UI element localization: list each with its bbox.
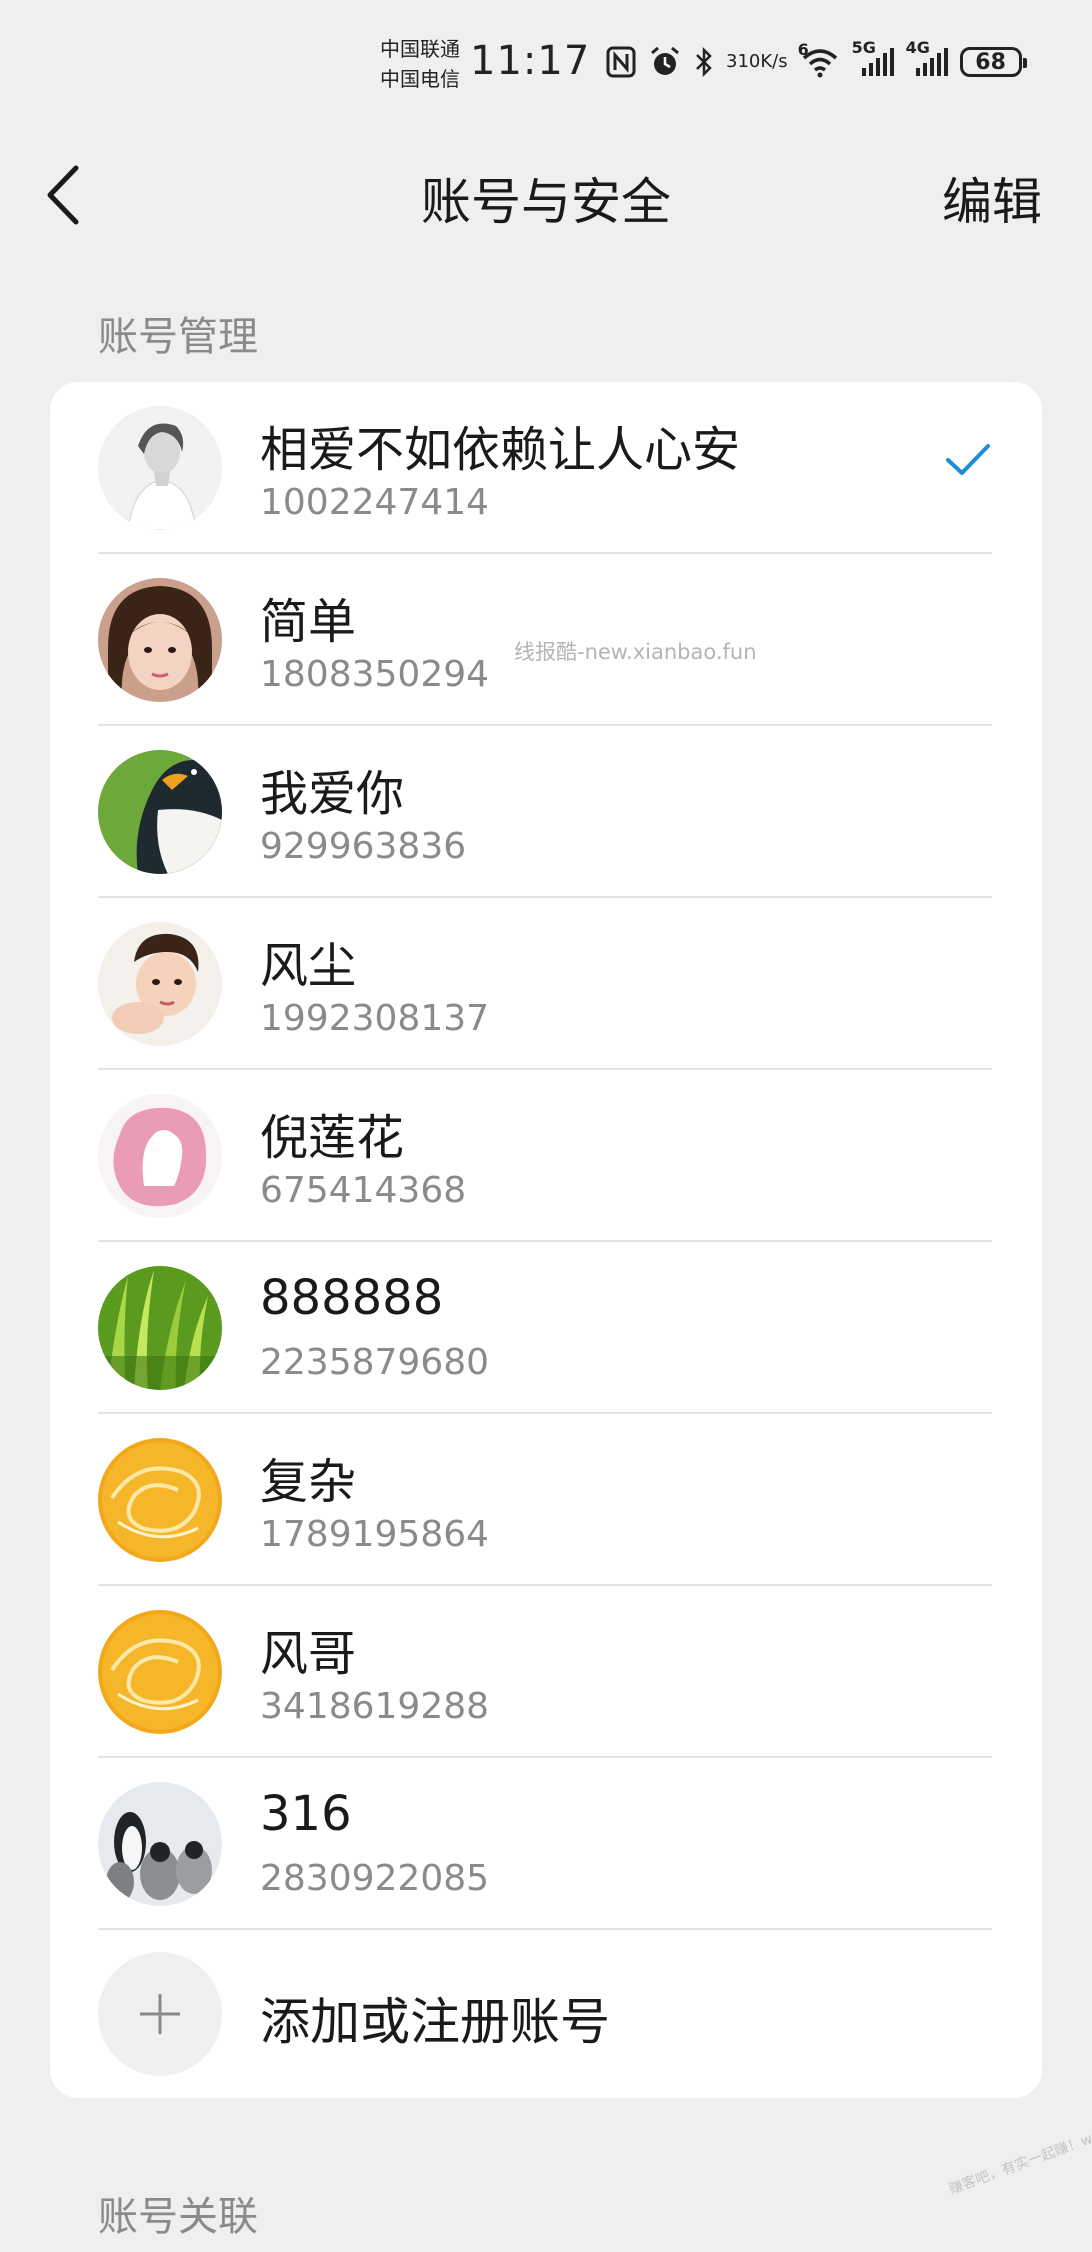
- penguin-avatar: [98, 750, 222, 874]
- account-name: 风哥: [260, 1626, 357, 1682]
- woman-selfie-avatar: [98, 578, 222, 702]
- edit-button[interactable]: 编辑: [942, 162, 1042, 234]
- account-name: 风尘: [260, 938, 357, 994]
- account-row[interactable]: 倪莲花 675414368: [50, 1070, 1042, 1242]
- carrier-2: 中国电信: [380, 67, 460, 91]
- account-row[interactable]: 316 2830922085: [50, 1758, 1042, 1930]
- account-row[interactable]: 风尘 1992308137: [50, 898, 1042, 1070]
- account-name: 复杂: [260, 1454, 357, 1510]
- orange-swirl-avatar: [98, 1610, 222, 1734]
- account-id: 1002247414: [260, 482, 490, 523]
- clock: 11:17: [470, 38, 591, 84]
- account-name: 我爱你: [260, 766, 405, 822]
- nfc-icon: [606, 46, 636, 78]
- account-id: 3418619288: [260, 1686, 490, 1727]
- signal-5g-icon: 5G: [852, 38, 894, 78]
- signal-4g-icon: 4G: [906, 38, 948, 78]
- account-row[interactable]: 相爱不如依赖让人心安 1002247414: [50, 382, 1042, 554]
- net-label-4g: 4G: [905, 38, 930, 57]
- account-id: 1808350294: [260, 654, 490, 695]
- status-bar: 中国联通 中国电信 11:17 310 K/s 6 5G 4G 68: [0, 0, 1092, 120]
- speed-value: 310: [726, 51, 761, 72]
- plus-icon: [140, 1994, 180, 2034]
- checkmark-icon: [946, 444, 990, 475]
- account-row[interactable]: 风哥 3418619288: [50, 1586, 1042, 1758]
- battery-indicator: 68: [959, 47, 1027, 77]
- account-name: 简单: [260, 594, 357, 650]
- page-title: 账号与安全: [421, 173, 671, 231]
- account-name: 888888: [260, 1270, 444, 1326]
- penguins-avatar: [98, 1782, 222, 1906]
- grass-avatar: [98, 1266, 222, 1390]
- account-row[interactable]: 复杂 1789195864: [50, 1414, 1042, 1586]
- speed-unit: K/s: [760, 51, 788, 72]
- wifi-badge: 6: [797, 40, 809, 59]
- account-row[interactable]: 我爱你 929963836: [50, 726, 1042, 898]
- bluetooth-icon: [694, 46, 714, 78]
- section-label-account-management: 账号管理: [98, 314, 258, 360]
- account-id: 1789195864: [260, 1514, 490, 1555]
- account-name: 相爱不如依赖让人心安: [260, 422, 741, 478]
- alarm-icon: [648, 45, 682, 79]
- add-icon-circle: [98, 1952, 222, 2076]
- carrier-info: 中国联通 中国电信: [380, 34, 460, 94]
- account-id: 929963836: [260, 826, 467, 867]
- section-label-account-linking: 账号关联: [98, 2194, 258, 2240]
- nav-header: 账号与安全 编辑: [0, 140, 1092, 250]
- corner-watermark: 赚客吧，有实一起赚！www.zuanke8.com: [947, 2090, 1092, 2198]
- woman-portrait-avatar: [98, 406, 222, 530]
- account-name: 倪莲花: [260, 1110, 405, 1166]
- baby-avatar: [98, 922, 222, 1046]
- status-icons: 310 K/s 6 5G 4G 68: [606, 38, 1027, 82]
- pink-default-avatar: [98, 1094, 222, 1218]
- add-account-label: 添加或注册账号: [260, 1993, 610, 2051]
- account-id: 1992308137: [260, 998, 490, 1039]
- watermark: 线报酷-new.xianbao.fun: [514, 640, 757, 664]
- net-label-5g: 5G: [851, 38, 876, 57]
- carrier-1: 中国联通: [380, 37, 460, 61]
- network-speed: 310 K/s: [726, 52, 788, 72]
- orange-swirl-avatar: [98, 1438, 222, 1562]
- account-row[interactable]: 888888 2235879680: [50, 1242, 1042, 1414]
- account-id: 675414368: [260, 1170, 467, 1211]
- account-id: 2235879680: [260, 1342, 490, 1383]
- wifi-icon: 6: [798, 40, 840, 78]
- account-name: 316: [260, 1786, 352, 1842]
- account-id: 2830922085: [260, 1858, 490, 1899]
- add-account-button[interactable]: 添加或注册账号: [50, 1930, 1042, 2098]
